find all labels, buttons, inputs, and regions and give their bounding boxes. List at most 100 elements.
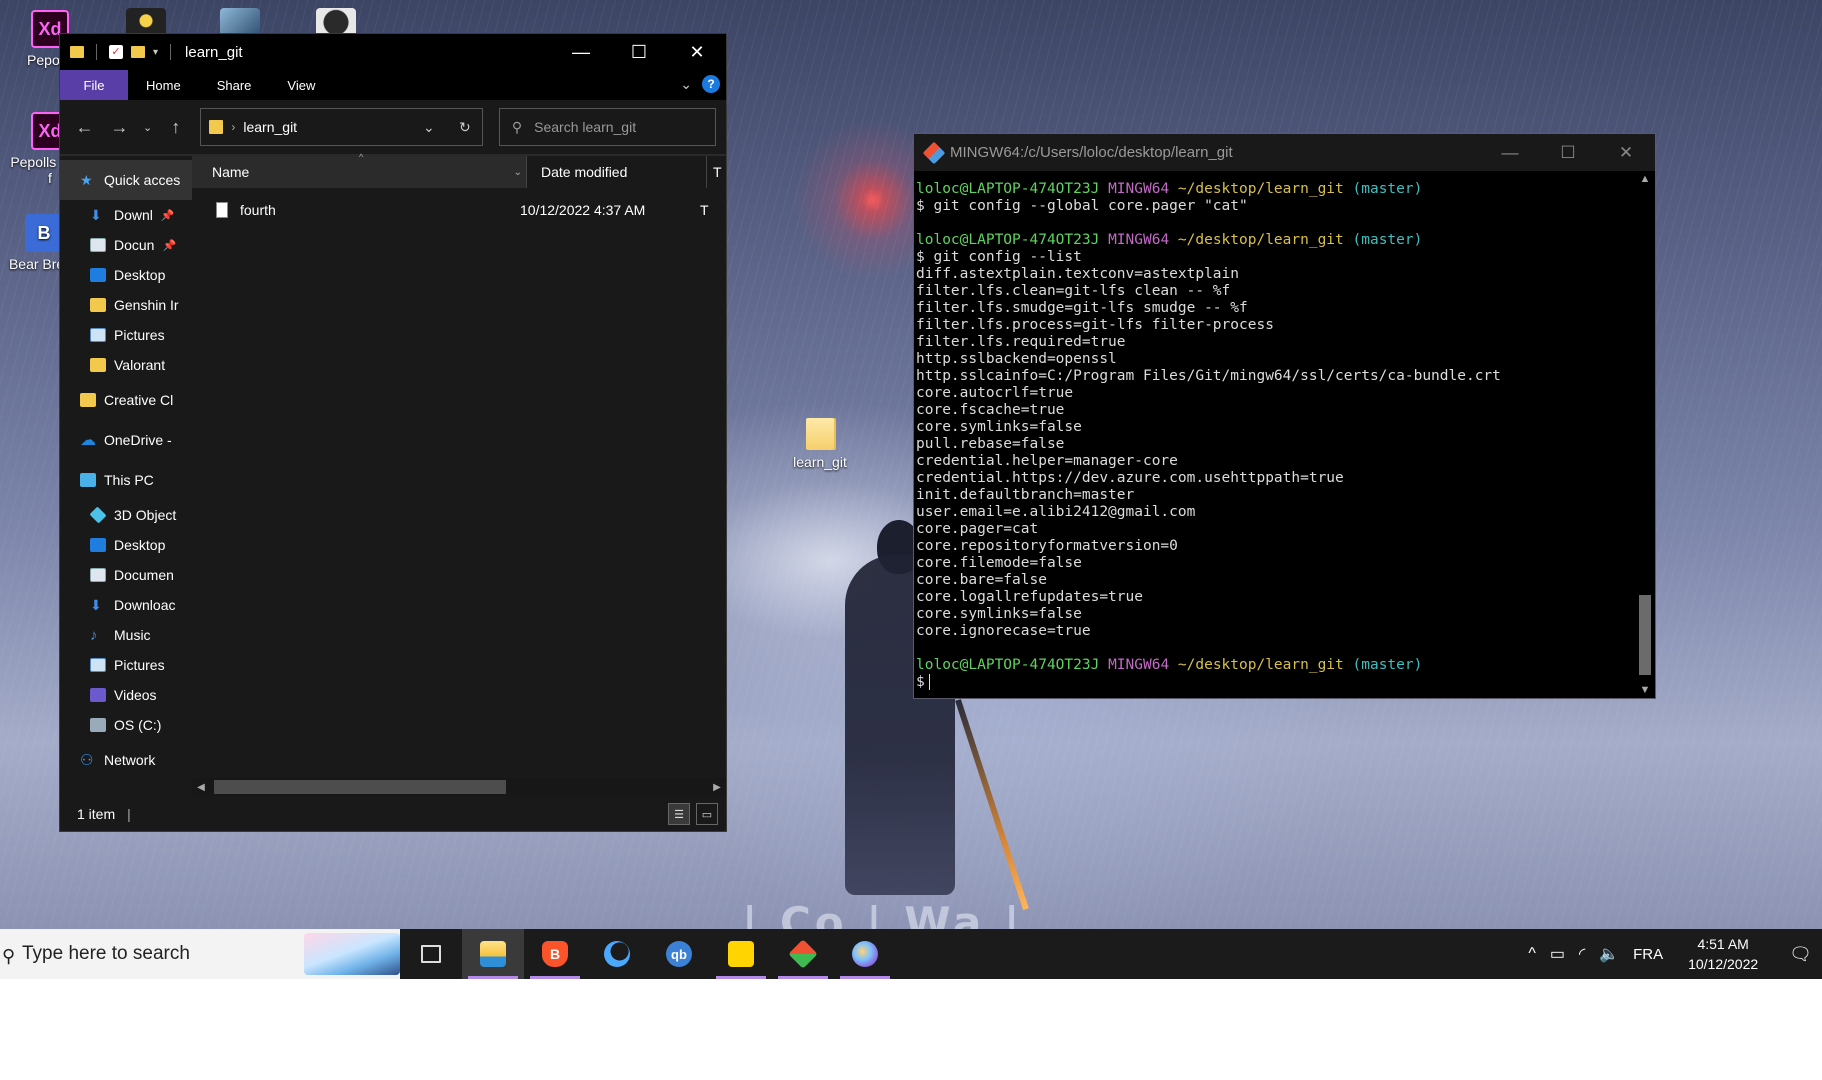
language-indicator[interactable]: FRA [1633,946,1663,963]
sidebar-item-music[interactable]: ♪ Music [60,620,192,650]
explorer-title-bar[interactable]: ✓ ▾ learn_git — ☐ ✕ [60,34,726,70]
column-header-label: Name [212,164,250,180]
sidebar-item-onedrive[interactable]: ☁ OneDrive - [60,420,192,460]
sidebar-item-label: Docun [114,237,155,253]
minimize-button[interactable]: — [1481,134,1539,171]
navigation-bar: ← → ⌄ ↑ › learn_git ⌄ ↻ ⚲ Search learn_g… [60,100,726,154]
scroll-up-icon[interactable]: ▲ [1635,173,1655,185]
help-icon[interactable]: ? [702,75,720,93]
sidebar-item-label: Valorant [114,357,166,373]
new-folder-icon[interactable] [131,46,145,58]
sidebar-item-videos[interactable]: Videos [60,680,192,710]
close-button[interactable]: ✕ [668,34,726,70]
large-icons-view-icon[interactable]: ▭ [696,803,718,825]
git-icon [788,939,818,969]
column-header-name[interactable]: ^ Name ⌄ [192,152,526,188]
browser-moon-icon [604,941,630,967]
show-hidden-icons-chevron-icon[interactable]: ^ [1528,945,1536,963]
sidebar-item-network[interactable]: ⚇ Network [60,740,192,780]
sidebar-item-this-pc[interactable]: This PC [60,460,192,500]
tab-file[interactable]: File [60,70,128,100]
details-view-icon[interactable]: ☰ [668,803,690,825]
search-box[interactable]: ⚲ Search learn_git [498,108,717,146]
scroll-left-icon[interactable]: ◀ [192,782,210,793]
column-header-date[interactable]: Date modified [526,156,706,188]
clock[interactable]: 4:51 AM 10/12/2022 [1677,934,1769,974]
sidebar-item-label: Creative Cl [104,392,174,408]
prompt-user: loloc@LAPTOP-474OT23J [916,181,1100,197]
taskbar-app-git[interactable] [772,929,834,979]
document-icon [90,238,106,252]
brave-icon: B [542,941,568,967]
terminal-title-bar[interactable]: MINGW64:/c/Users/loloc/desktop/learn_git… [914,134,1655,171]
scrollbar-thumb[interactable] [214,780,506,794]
sidebar-item-label: Videos [114,687,157,703]
wifi-icon[interactable]: ◜ [1579,944,1585,964]
sidebar-item-valorant[interactable]: Valorant [60,350,192,380]
search-icon: ⚲ [511,118,523,135]
vertical-scrollbar[interactable]: ▲ ▼ [1635,171,1655,698]
close-button[interactable]: ✕ [1597,134,1655,171]
tab-home[interactable]: Home [128,70,199,100]
taskbar-app-qbittorrent[interactable]: qb [648,929,710,979]
sidebar-item-label: Desktop [114,537,166,553]
taskbar-app-brave[interactable]: B [524,929,586,979]
sidebar-item-documents-pc[interactable]: Documen [60,560,192,590]
maximize-button[interactable]: ☐ [610,34,668,70]
sidebar-item-desktop-pc[interactable]: Desktop [60,530,192,560]
column-header-type[interactable]: T [706,156,722,188]
up-arrow-icon[interactable]: ↑ [161,112,190,142]
taskbar-app-file-explorer[interactable] [462,929,524,979]
sidebar-item-genshin[interactable]: Genshin Ir [60,290,192,320]
sidebar-item-label: Pictures [114,327,165,343]
taskbar-app-paint[interactable] [834,929,896,979]
sidebar-item-os-drive[interactable]: OS (C:) [60,710,192,740]
battery-icon[interactable]: ▭ [1550,944,1565,964]
sidebar-item-pictures-pc[interactable]: Pictures [60,650,192,680]
refresh-icon[interactable]: ↻ [448,119,482,136]
tab-share[interactable]: Share [199,70,270,100]
breadcrumb-learn-git[interactable]: learn_git [243,119,297,135]
3d-objects-icon [89,506,107,524]
sidebar-item-3d-objects[interactable]: 3D Object [60,500,192,530]
properties-icon[interactable]: ✓ [109,45,123,59]
running-indicator [778,976,828,979]
recent-locations-chevron-icon[interactable]: ⌄ [140,112,155,142]
sidebar-item-label: Genshin Ir [114,297,179,313]
scroll-right-icon[interactable]: ▶ [708,782,726,793]
address-dropdown-chevron-icon[interactable]: ⌄ [412,119,446,136]
sidebar-item-quick-access[interactable]: ★ Quick acces [60,160,192,200]
minimize-button[interactable]: — [552,34,610,70]
volume-icon[interactable]: 🔈 [1599,944,1619,964]
back-arrow-icon[interactable]: ← [70,112,99,142]
terminal-output[interactable]: loloc@LAPTOP-474OT23J MINGW64 ~/desktop/… [914,171,1635,698]
sidebar-item-desktop[interactable]: Desktop [60,260,192,290]
taskbar-app-task-view[interactable] [400,929,462,979]
horizontal-scrollbar[interactable]: ◀ ▶ [192,778,726,796]
scrollbar-thumb[interactable] [1639,595,1651,675]
forward-arrow-icon[interactable]: → [105,112,134,142]
window-title: learn_git [185,43,243,61]
scroll-down-icon[interactable]: ▼ [1635,684,1655,696]
maximize-button[interactable]: ☐ [1539,134,1597,171]
expand-ribbon-chevron-icon[interactable]: ⌄ [680,76,692,93]
ribbon-tabs: File Home Share View ⌄ ? [60,70,726,100]
sidebar-item-creative-cloud[interactable]: Creative Cl [60,380,192,420]
tab-view[interactable]: View [269,70,333,100]
document-icon [90,568,106,582]
file-type: T [700,202,709,218]
window-controls: — ☐ ✕ [552,34,726,70]
address-bar[interactable]: › learn_git ⌄ ↻ [200,108,483,146]
notification-center-icon[interactable]: 🗨 [1789,944,1812,965]
taskbar-app-sticky-notes[interactable] [710,929,772,979]
sidebar-item-downloads[interactable]: ⬇ Downl 📌 [60,200,192,230]
sidebar-item-downloads-pc[interactable]: ⬇ Downloac [60,590,192,620]
taskbar-app-browser[interactable] [586,929,648,979]
sidebar-item-pictures[interactable]: Pictures [60,320,192,350]
customize-toolbar-chevron-icon[interactable]: ▾ [153,47,158,58]
taskbar-search-box[interactable]: ⚲ Type here to search [0,929,400,979]
desktop-folder-learn-git[interactable]: learn_git [775,418,865,470]
column-dropdown-chevron-icon[interactable]: ⌄ [514,167,522,178]
sidebar-item-documents[interactable]: Docun 📌 [60,230,192,260]
file-row[interactable]: fourth 10/12/2022 4:37 AM T [192,194,726,226]
